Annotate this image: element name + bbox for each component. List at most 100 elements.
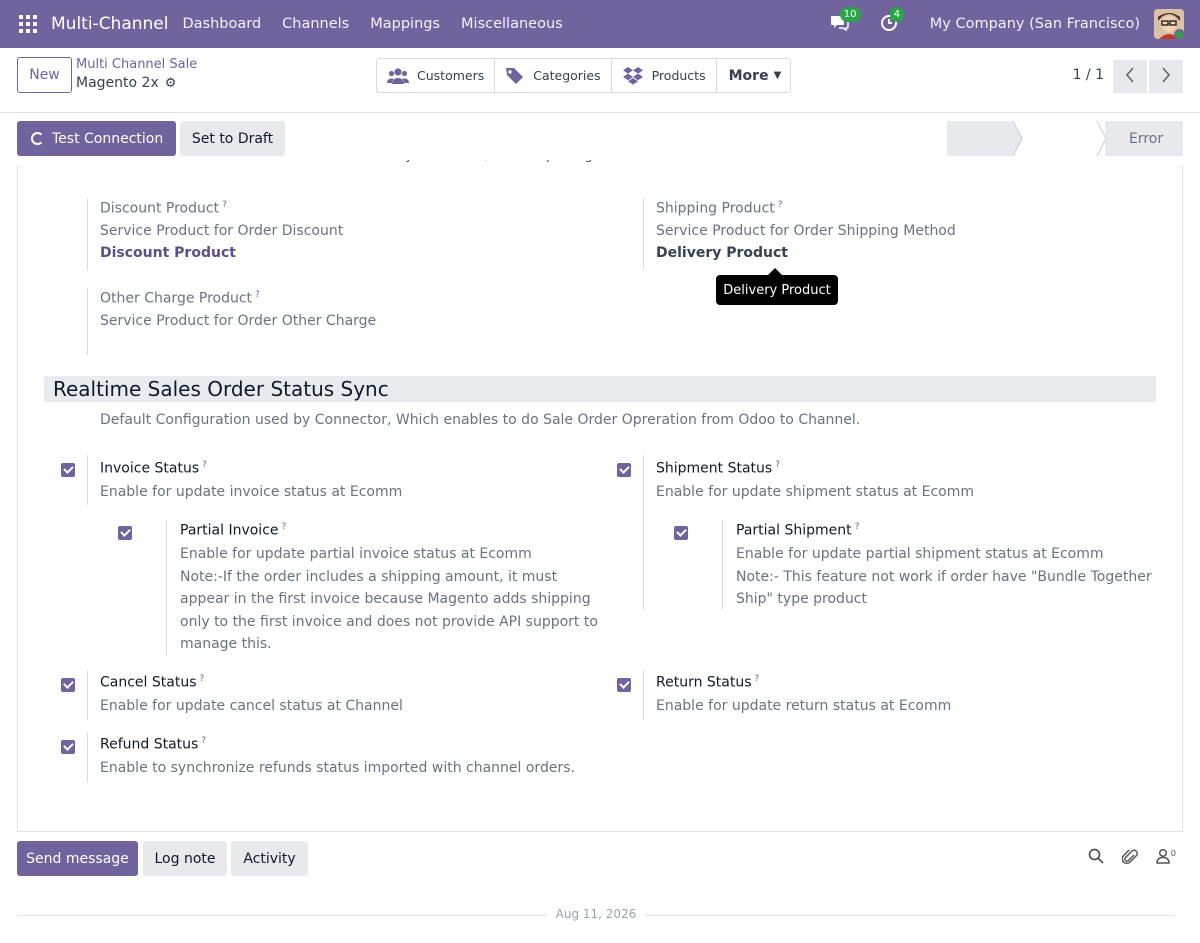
app-name[interactable]: Multi-Channel [51, 14, 168, 34]
more-smart-buttons[interactable]: More ▼ [717, 59, 790, 92]
breadcrumb-parent[interactable]: Multi Channel Sale [76, 57, 197, 72]
chevron-left-icon [1125, 66, 1135, 87]
cancel-status-checkbox[interactable] [61, 678, 75, 692]
help-tooltip-icon[interactable]: ? [775, 460, 780, 470]
test-connection-button[interactable]: Test Connection [17, 121, 176, 156]
cancel-status-label-text: Cancel Status [100, 674, 197, 691]
group-divider [166, 520, 167, 655]
date-separator: Aug 11, 2026 [548, 907, 644, 921]
return-status-label: Return Status? [656, 674, 759, 691]
test-connection-label: Test Connection [52, 130, 164, 147]
user-avatar[interactable] [1154, 9, 1184, 39]
pager-previous-button[interactable] [1113, 60, 1147, 93]
group-divider [643, 670, 644, 720]
help-tooltip-icon[interactable]: ? [202, 460, 207, 470]
followers-count: 0 [1170, 848, 1176, 858]
stage-error[interactable]: Error [1105, 121, 1183, 156]
menu-miscellaneous[interactable]: Miscellaneous [461, 16, 563, 32]
stage-draft[interactable]: Draft [947, 121, 1013, 156]
search-icon[interactable] [1088, 848, 1104, 866]
send-message-button[interactable]: Send message [17, 841, 138, 876]
invoice-status-checkbox[interactable] [61, 463, 75, 477]
refund-status-label: Refund Status? [100, 736, 206, 753]
return-status-label-text: Return Status [656, 674, 752, 691]
shipment-status-desc: Enable for update shipment status at Eco… [656, 484, 974, 500]
menu-channels[interactable]: Channels [282, 16, 349, 32]
user-icon [1155, 848, 1170, 864]
stage-error-label: Error [1129, 130, 1164, 147]
help-tooltip-icon[interactable]: ? [855, 522, 860, 532]
breadcrumb-current: Magento 2x ⚙ [76, 75, 176, 91]
partial-invoice-desc-line: Note:-If the order includes a shipping a… [180, 568, 558, 585]
group-divider [643, 455, 644, 610]
shipping-product-label: Shipping Product? [656, 200, 782, 217]
gear-icon[interactable]: ⚙ [165, 76, 177, 91]
partial-shipment-label: Partial Shipment? [736, 522, 859, 539]
return-status-checkbox[interactable] [617, 678, 631, 692]
chevron-right-icon [1161, 66, 1171, 87]
users-icon [387, 67, 409, 85]
partial-invoice-desc: Enable for update partial invoice status… [180, 543, 598, 656]
shipping-product-desc: Service Product for Order Shipping Metho… [656, 223, 956, 239]
group-divider [87, 198, 88, 270]
help-tooltip-icon[interactable]: ? [222, 200, 227, 210]
status-bar: Draft Validate Error [947, 121, 1183, 156]
top-navbar: Multi-Channel Dashboard Channels Mapping… [0, 0, 1200, 48]
shipment-status-label-text: Shipment Status [656, 460, 773, 477]
online-status-dot [1174, 29, 1184, 39]
customers-smart-button[interactable]: Customers [377, 59, 496, 92]
help-tooltip-icon[interactable]: ? [201, 736, 206, 746]
cancel-status-desc: Enable for update cancel status at Chann… [100, 698, 403, 714]
followers-button[interactable]: 0 [1155, 848, 1176, 866]
section-description: Default Configuration used by Connector,… [100, 412, 861, 428]
partial-shipment-label-text: Partial Shipment [736, 522, 852, 539]
partial-invoice-desc-line: manage this. [180, 636, 272, 652]
set-to-draft-button[interactable]: Set to Draft [180, 121, 285, 156]
shipping-product-field[interactable]: Delivery Product [656, 245, 788, 261]
partial-shipment-desc-line: Note:- This feature not work if order ha… [736, 568, 1152, 585]
new-button[interactable]: New [17, 57, 72, 93]
categories-label: Categories [533, 68, 601, 83]
paperclip-icon[interactable] [1121, 848, 1138, 866]
messages-systray[interactable]: 10 [830, 7, 861, 34]
partial-shipment-desc-line: Enable for update partial shipment statu… [736, 546, 1104, 562]
partial-shipment-desc: Enable for update partial shipment statu… [736, 543, 1152, 611]
group-divider [87, 455, 88, 505]
help-tooltip-icon[interactable]: ? [255, 290, 260, 300]
shipment-status-label: Shipment Status? [656, 460, 780, 477]
invoice-status-label: Invoice Status? [100, 460, 207, 477]
tag-icon [505, 67, 525, 85]
group-divider [722, 520, 723, 610]
products-smart-button[interactable]: Products [612, 59, 717, 92]
activity-button[interactable]: Activity [231, 841, 308, 876]
activities-systray[interactable]: 4 [880, 7, 905, 34]
help-tooltip-icon[interactable]: ? [778, 200, 783, 210]
shipment-status-checkbox[interactable] [617, 463, 631, 477]
categories-smart-button[interactable]: Categories [495, 59, 612, 92]
help-tooltip-icon[interactable]: ? [282, 522, 287, 532]
invoice-status-desc: Enable for update invoice status at Ecom… [100, 484, 403, 500]
partial-invoice-checkbox[interactable] [118, 526, 132, 540]
messages-count-badge: 10 [839, 7, 861, 22]
more-label: More [728, 67, 769, 84]
other-charge-product-label-text: Other Charge Product [100, 290, 253, 307]
pager-next-button[interactable] [1149, 60, 1183, 93]
other-charge-product-desc: Service Product for Order Other Charge [100, 313, 377, 329]
pager-value[interactable]: 1 / 1 [1073, 67, 1104, 83]
other-charge-product-label: Other Charge Product? [100, 290, 260, 307]
chatter-topbar-icons: 0 [1070, 848, 1176, 866]
caret-down-icon: ▼ [773, 70, 782, 81]
company-switcher[interactable]: My Company (San Francisco) [930, 16, 1140, 32]
discount-product-field[interactable]: Discount Product [100, 245, 236, 261]
help-tooltip-icon[interactable]: ? [200, 674, 205, 684]
help-tooltip-icon[interactable]: ? [755, 674, 760, 684]
partial-shipment-checkbox[interactable] [674, 526, 688, 540]
partial-invoice-label: Partial Invoice? [180, 522, 286, 539]
refresh-icon [31, 132, 44, 145]
log-note-button[interactable]: Log note [143, 841, 227, 876]
menu-mappings[interactable]: Mappings [370, 16, 440, 32]
apps-menu-icon[interactable] [19, 15, 37, 33]
menu-dashboard[interactable]: Dashboard [182, 16, 261, 32]
stage-validate[interactable]: Validate [1013, 121, 1105, 156]
refund-status-checkbox[interactable] [61, 740, 75, 754]
